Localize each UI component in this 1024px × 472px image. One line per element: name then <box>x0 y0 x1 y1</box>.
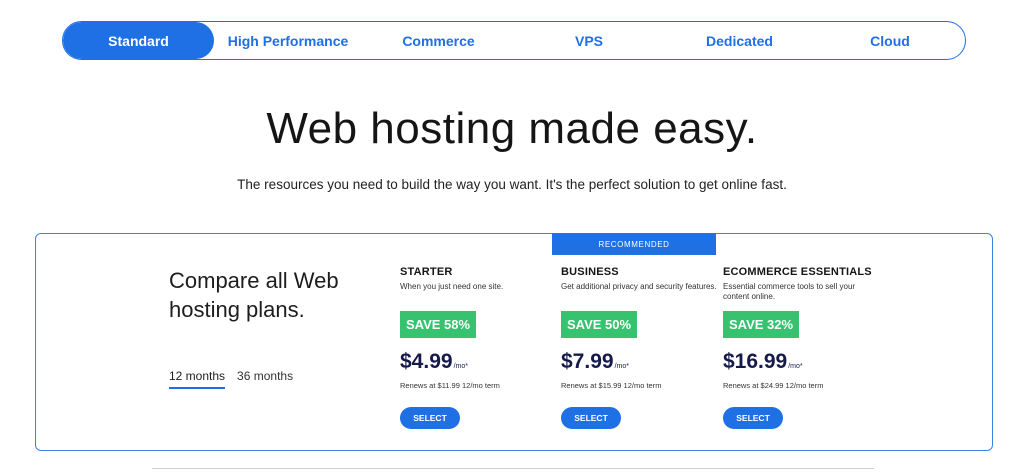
price-value: $7.99 <box>561 350 614 373</box>
select-starter-button[interactable]: SELECT <box>400 407 460 429</box>
plan-name: STARTER <box>400 266 453 278</box>
hosting-type-tabs: Standard High Performance Commerce VPS D… <box>62 21 966 60</box>
plan-starter: STARTER When you just need one site. SAV… <box>400 266 560 429</box>
price-unit: /mo* <box>453 363 468 370</box>
renewal-text: Renews at $15.99 12/mo term <box>561 381 662 390</box>
divider <box>152 468 874 469</box>
price-value: $16.99 <box>723 350 788 373</box>
renewal-text: Renews at $11.99 12/mo term <box>400 381 500 390</box>
plan-price: $16.99 /mo* <box>723 350 803 374</box>
tab-standard[interactable]: Standard <box>63 22 214 59</box>
price-value: $4.99 <box>400 350 453 373</box>
plan-price: $7.99 /mo* <box>561 350 629 374</box>
select-business-button[interactable]: SELECT <box>561 407 621 429</box>
plan-name: ECOMMERCE ESSENTIALS <box>723 266 872 278</box>
renewal-text: Renews at $24.99 12/mo term <box>723 381 824 390</box>
tab-vps[interactable]: VPS <box>515 22 663 59</box>
plan-price: $4.99 /mo* <box>400 350 468 374</box>
plan-ecommerce-essentials: ECOMMERCE ESSENTIALS Essential commerce … <box>723 266 883 429</box>
tab-dedicated[interactable]: Dedicated <box>663 22 816 59</box>
price-unit: /mo* <box>788 363 803 370</box>
save-badge: SAVE 32% <box>723 311 800 338</box>
term-36-months[interactable]: 36 months <box>237 369 293 389</box>
recommended-banner: RECOMMENDED <box>552 233 716 255</box>
save-badge: SAVE 58% <box>400 311 477 338</box>
save-badge: SAVE 50% <box>561 311 638 338</box>
plan-description: Essential commerce tools to sell your co… <box>723 282 856 301</box>
tab-high-performance[interactable]: High Performance <box>214 22 362 59</box>
select-ecommerce-button[interactable]: SELECT <box>723 407 783 429</box>
plan-name: BUSINESS <box>561 266 619 278</box>
page-title: Web hosting made easy. <box>266 104 758 153</box>
plan-description: When you just need one site. <box>400 282 504 291</box>
plan-description: Get additional privacy and security feat… <box>561 282 717 291</box>
tab-commerce[interactable]: Commerce <box>362 22 515 59</box>
tab-cloud[interactable]: Cloud <box>816 22 964 59</box>
compare-heading: Compare all Web hosting plans. <box>169 268 339 322</box>
price-unit: /mo* <box>614 363 629 370</box>
page-subtitle: The resources you need to build the way … <box>237 177 787 192</box>
term-toggle: 12 months 36 months <box>169 369 293 389</box>
term-12-months[interactable]: 12 months <box>169 369 226 389</box>
plan-business: BUSINESS Get additional privacy and secu… <box>561 266 721 429</box>
